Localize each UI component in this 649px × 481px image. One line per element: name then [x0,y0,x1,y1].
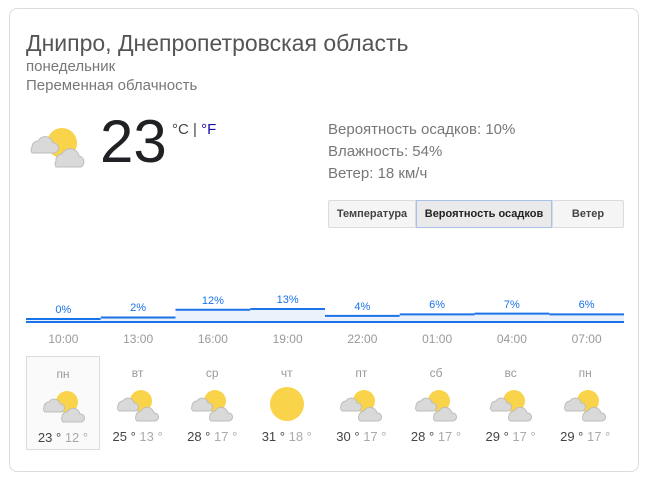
low-temp: 12 ° [64,430,89,445]
day-name: ср [205,366,219,380]
partly-cloudy-icon [338,386,384,422]
low-temp: 13 ° [139,429,163,444]
day-temps: 30 ° 17 ° [324,429,398,444]
day-forecast-6[interactable]: вс 29 ° 17 ° [474,356,548,450]
day-forecast-1[interactable]: вт 25 ° 13 ° [101,356,175,450]
day-name: пт [355,366,368,380]
high-temp: 31 ° [261,429,285,444]
partly-cloudy-icon [189,386,235,422]
day-forecast-7[interactable]: пн 29 ° 17 ° [548,356,622,450]
partly-cloudy-icon [30,128,85,168]
high-temp: 29 ° [485,429,509,444]
hour-label: 22:00 [347,332,378,346]
precip-label: 2% [130,302,147,315]
tab-temperature[interactable]: Температура [328,200,416,228]
day-name: вс [504,366,517,380]
hour-label: 10:00 [48,332,79,346]
current-temperature: 23 [100,108,167,175]
humidity: Влажность: 54% [328,143,443,160]
day-temps: 23 ° 12 ° [27,430,99,445]
day-temps: 29 ° 17 ° [548,429,622,444]
high-temp: 28 ° [410,429,435,444]
tab-precipitation[interactable]: Вероятность осадков [416,200,552,228]
hour-label: 01:00 [422,332,453,346]
precip-bar [250,309,325,322]
precip-label: 6% [578,299,595,312]
partly-cloudy-icon [413,386,459,422]
day-name: сб [429,366,443,380]
low-temp: 17 ° [437,429,462,444]
partly-cloudy-icon [488,386,534,422]
hour-label: 07:00 [571,332,602,346]
precip-label: 0% [55,304,72,316]
precip-chance: Вероятность осадков: 10% [328,121,516,138]
day-temps: 28 ° 17 ° [399,429,473,444]
chart-tabs: Температура Вероятность осадков Ветер [328,200,624,228]
high-temp: 25 ° [112,429,136,444]
precip-label: 13% [276,294,299,306]
partly-cloudy-icon [115,386,161,422]
day-forecast-0[interactable]: пн 23 ° 12 ° [26,356,100,450]
wind-speed: Ветер: 18 км/ч [328,165,428,182]
high-temp: 29 ° [560,429,584,444]
precip-label: 4% [354,300,371,313]
partly-cloudy-icon [562,386,608,422]
day-forecast-2[interactable]: ср 28 ° 17 ° [175,356,249,450]
day-forecast-4[interactable]: пт 30 ° 17 ° [324,356,398,450]
precip-label: 12% [201,294,224,307]
day-name: пн [56,367,70,381]
location-title: Днипро, Днепропетровская область [26,30,409,56]
day-temps: 31 ° 18 ° [250,429,324,444]
day-name: пн [578,366,592,380]
unit-separator: | [193,121,197,138]
precipitation-chart [26,308,624,323]
precip-bar [399,314,475,322]
current-day: понедельник [26,58,116,75]
hour-label: 19:00 [272,332,303,346]
low-temp: 17 ° [512,429,536,444]
high-temp: 28 ° [187,429,211,444]
day-temps: 25 ° 13 ° [101,429,175,444]
celsius-toggle[interactable]: °C [172,121,189,138]
current-condition: Переменная облачность [26,77,198,94]
high-temp: 30 ° [336,429,360,444]
weather-details: Вероятность осадков: 10% Влажность: 54% … [328,119,515,185]
low-temp: 17 ° [214,429,238,444]
low-temp: 17 ° [587,429,611,444]
partly-cloudy-icon [41,387,87,423]
tab-wind[interactable]: Ветер [552,200,624,228]
low-temp: 18 ° [288,429,312,444]
precip-bar [549,314,624,322]
hour-label: 13:00 [123,332,154,346]
day-name: чт [280,366,293,380]
sun-icon [264,386,310,422]
precip-label: 6% [429,299,446,312]
day-forecast-3[interactable]: чт 31 ° 18 ° [250,356,324,450]
fahrenheit-toggle[interactable]: °F [201,121,216,138]
hour-label: 16:00 [197,332,228,346]
precip-bar [175,309,251,322]
day-temps: 28 ° 17 ° [175,429,249,444]
unit-switcher: °C | °F [172,121,216,138]
precip-label: 7% [503,298,520,311]
day-name: вт [131,366,144,380]
day-temps: 29 ° 17 ° [474,429,548,444]
day-forecast-5[interactable]: сб 28 ° 17 ° [399,356,473,450]
hour-label: 04:00 [496,332,527,346]
high-temp: 23 ° [37,430,62,445]
precip-bar [474,313,550,322]
low-temp: 17 ° [363,429,387,444]
